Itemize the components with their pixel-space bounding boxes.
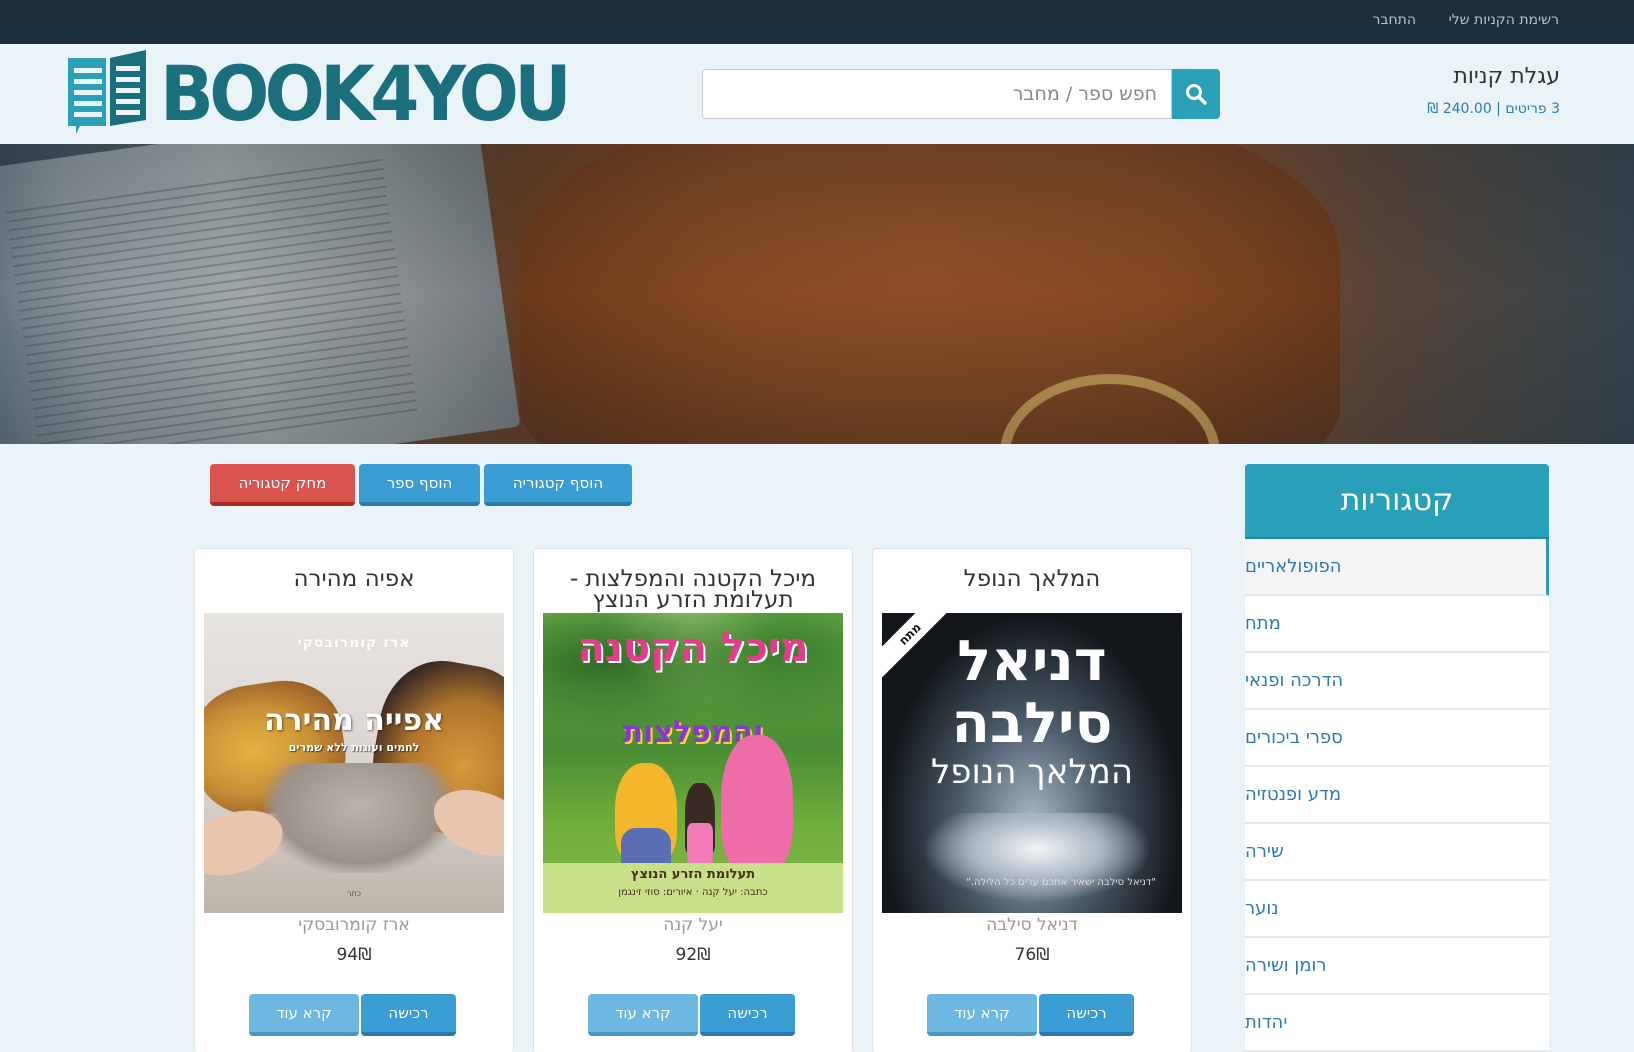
product-price: 92₪ [675,945,711,965]
product-card: המלאך הנופל מתח דניאל סילבה המלאך הנופל … [872,548,1192,1052]
search-input[interactable] [702,69,1172,119]
cover-subtitle: לחמים ועוגות ללא שמרים [288,741,420,754]
product-author: ארז קומרובסקי [298,915,410,935]
cover-book-title: אפייה מהירה [263,703,445,738]
product-price: 94₪ [336,945,372,965]
category-item-guides-leisure[interactable]: הדרכה ופנאי [1245,653,1549,710]
book-logo-icon [68,50,146,134]
cover-author-name: דניאל סילבה [951,629,1113,756]
product-author: יעל קנה [663,915,723,935]
cart-summary[interactable]: 3 פריטים | 240.00 ₪ [1427,101,1560,117]
site-header: BOOK4YOU עגלת קניות 3 פריטים | 240.00 ₪ [0,44,1634,144]
cover-subtitle: תעלומת הזרע הנוצץ [630,867,756,882]
category-item-poetry[interactable]: שירה [1245,824,1549,881]
cover-author: ארז קומרובסקי [297,635,411,651]
product-card: מיכל הקטנה והמפלצות - תעלומת הזרע הנוצץ … [533,548,853,1052]
login-link[interactable]: התחבר [1373,12,1417,28]
product-title[interactable]: מיכל הקטנה והמפלצות - תעלומת הזרע הנוצץ [554,568,832,612]
category-item-debut[interactable]: ספרי ביכורים [1245,710,1549,767]
cover-title-bottom: והמפלצות [622,715,764,750]
cart-title: עגלת קניות [1453,64,1560,89]
product-title[interactable]: המלאך הנופל [893,568,1171,591]
category-item-popular[interactable]: הפופולאריים [1245,539,1549,596]
cover-publisher: כתר [346,889,361,898]
shopping-cart[interactable]: עגלת קניות 3 פריטים | 240.00 ₪ [1427,64,1560,117]
cover-credits: כתבה: יעל קנה · איורים: סוזי זינגמן [618,887,768,898]
wishlist-link[interactable]: רשימת הקניות שלי [1449,12,1559,28]
book-cover-image[interactable]: מיכל הקטנה והמפלצות תעלומת הזרע הנוצץ כת… [543,613,843,913]
categories-list: הפופולאריים מתח הדרכה ופנאי ספרי ביכורים… [1245,539,1549,1052]
delete-category-button[interactable]: מחק קטגוריה [210,464,355,506]
cover-monster-pink [721,735,793,875]
site-logo[interactable]: BOOK4YOU [66,48,572,138]
read-more-button[interactable]: קרא עוד [588,994,698,1036]
buy-button[interactable]: רכישה [1039,994,1134,1036]
cover-book-title: המלאך הנופל [930,752,1134,792]
search-icon [1186,84,1207,105]
buy-button[interactable]: רכישה [700,994,795,1036]
hero-banner [0,144,1634,444]
product-card: אפיה מהירה ארז קומרובסקי אפייה מהירה לחמ… [194,548,514,1052]
search-bar [702,69,1220,119]
search-button[interactable] [1172,69,1220,119]
book-cover-image[interactable]: מתח דניאל סילבה המלאך הנופל "דניאל סילבה… [882,613,1182,913]
categories-sidebar: קטגוריות הפופולאריים מתח הדרכה ופנאי ספר… [1245,464,1549,1052]
book-cover-image[interactable]: ארז קומרובסקי אפייה מהירה לחמים ועוגות ל… [204,613,504,913]
category-item-thriller[interactable]: מתח [1245,596,1549,653]
add-book-button[interactable]: הוסף ספר [359,464,480,506]
product-title[interactable]: אפיה מהירה [215,568,493,591]
category-item-judaism[interactable]: יהדות [1245,995,1549,1052]
logo-text: BOOK4YOU [160,49,572,138]
product-price: 76₪ [1014,945,1050,965]
product-author: דניאל סילבה [986,915,1078,935]
read-more-button[interactable]: קרא עוד [927,994,1037,1036]
categories-title: קטגוריות [1245,464,1549,539]
cover-quote: "דניאל סילבה ישאיר אתכם ערים כל הלילה." [966,877,1156,888]
category-item-youth[interactable]: נוער [1245,881,1549,938]
category-item-scifi-fantasy[interactable]: מדע ופנטזיה [1245,767,1549,824]
read-more-button[interactable]: קרא עוד [249,994,359,1036]
cover-statue-art [922,813,1152,903]
cover-title-top: מיכל הקטנה [577,625,809,671]
add-category-button[interactable]: הוסף קטגוריה [484,464,632,506]
top-navbar: רשימת הקניות שלי התחבר [0,0,1634,44]
buy-button[interactable]: רכישה [361,994,456,1036]
category-item-novel-poetry[interactable]: רומן ושירה [1245,938,1549,995]
